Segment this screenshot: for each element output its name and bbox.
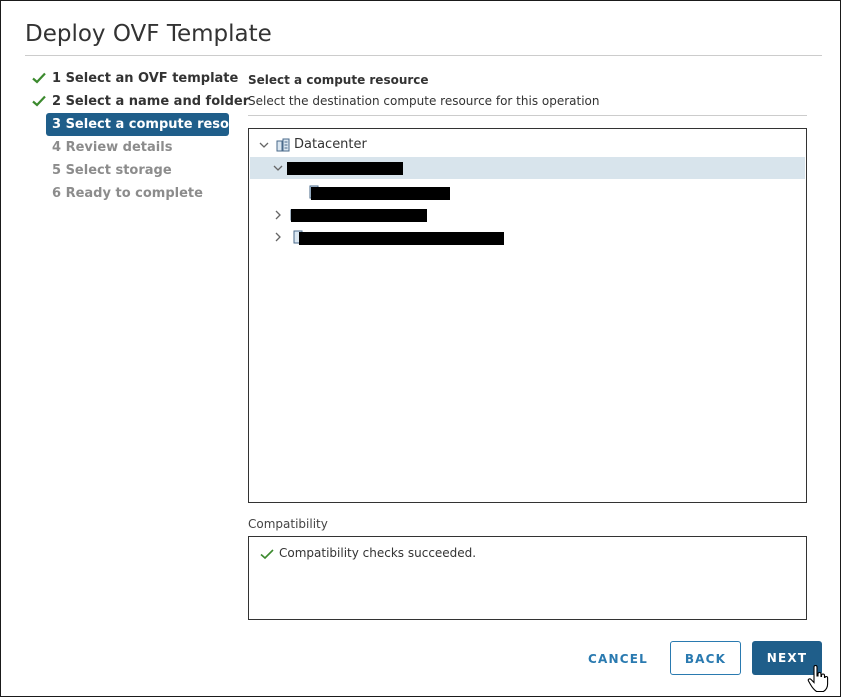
- redacted-label: [287, 162, 403, 175]
- check-icon: [32, 72, 46, 84]
- step-label: 2 Select a name and folder: [52, 94, 250, 109]
- redacted-label: [311, 187, 450, 200]
- hand-cursor-icon: [807, 665, 829, 693]
- chevron-down-icon[interactable]: [273, 163, 283, 173]
- tree-node-host-collapsed[interactable]: [250, 226, 805, 248]
- tree-node-cluster-selected[interactable]: [250, 157, 805, 179]
- dialog-title: Deploy OVF Template: [25, 21, 272, 47]
- step-select-name-folder[interactable]: 2 Select a name and folder: [29, 90, 249, 113]
- compute-resource-tree[interactable]: Datacenter: [248, 128, 807, 503]
- step-label: 5 Select storage: [52, 163, 172, 178]
- step-select-ovf-template[interactable]: 1 Select an OVF template: [29, 67, 238, 90]
- back-button[interactable]: BACK: [670, 641, 741, 675]
- compatibility-label: Compatibility: [248, 517, 328, 531]
- check-icon: [260, 549, 274, 560]
- heading-divider: [248, 115, 807, 116]
- title-divider: [25, 55, 822, 56]
- tree-node-host[interactable]: [250, 181, 805, 203]
- step-label: 3 Select a compute resource: [52, 117, 262, 132]
- step-label: 6 Ready to complete: [52, 186, 203, 201]
- step-select-storage: 5 Select storage: [29, 159, 233, 182]
- deploy-ovf-dialog: Deploy OVF Template 1 Select an OVF temp…: [0, 0, 841, 697]
- datacenter-icon: [276, 138, 290, 152]
- page-heading: Select a compute resource: [248, 73, 429, 87]
- chevron-right-icon[interactable]: [273, 232, 283, 242]
- step-label: 4 Review details: [52, 140, 173, 155]
- tree-node-label: Datacenter: [294, 137, 367, 152]
- step-ready-to-complete: 6 Ready to complete: [29, 182, 233, 205]
- compatibility-panel: Compatibility checks succeeded.: [248, 536, 807, 620]
- step-select-compute-resource[interactable]: 3 Select a compute resource: [46, 113, 261, 136]
- chevron-down-icon[interactable]: [259, 140, 269, 150]
- redacted-label: [299, 232, 504, 245]
- step-review-details: 4 Review details: [29, 136, 233, 159]
- tree-node-datacenter[interactable]: Datacenter: [250, 134, 805, 156]
- page-description: Select the destination compute resource …: [248, 94, 600, 108]
- compatibility-message: Compatibility checks succeeded.: [279, 546, 477, 560]
- tree-node-cluster[interactable]: [250, 204, 805, 226]
- step-label: 1 Select an OVF template: [52, 71, 239, 86]
- chevron-right-icon[interactable]: [273, 210, 283, 220]
- cancel-button[interactable]: CANCEL: [579, 642, 657, 676]
- wizard-steps: 1 Select an OVF template 2 Select a name…: [29, 67, 261, 205]
- redacted-label: [291, 209, 427, 222]
- check-icon: [32, 95, 46, 107]
